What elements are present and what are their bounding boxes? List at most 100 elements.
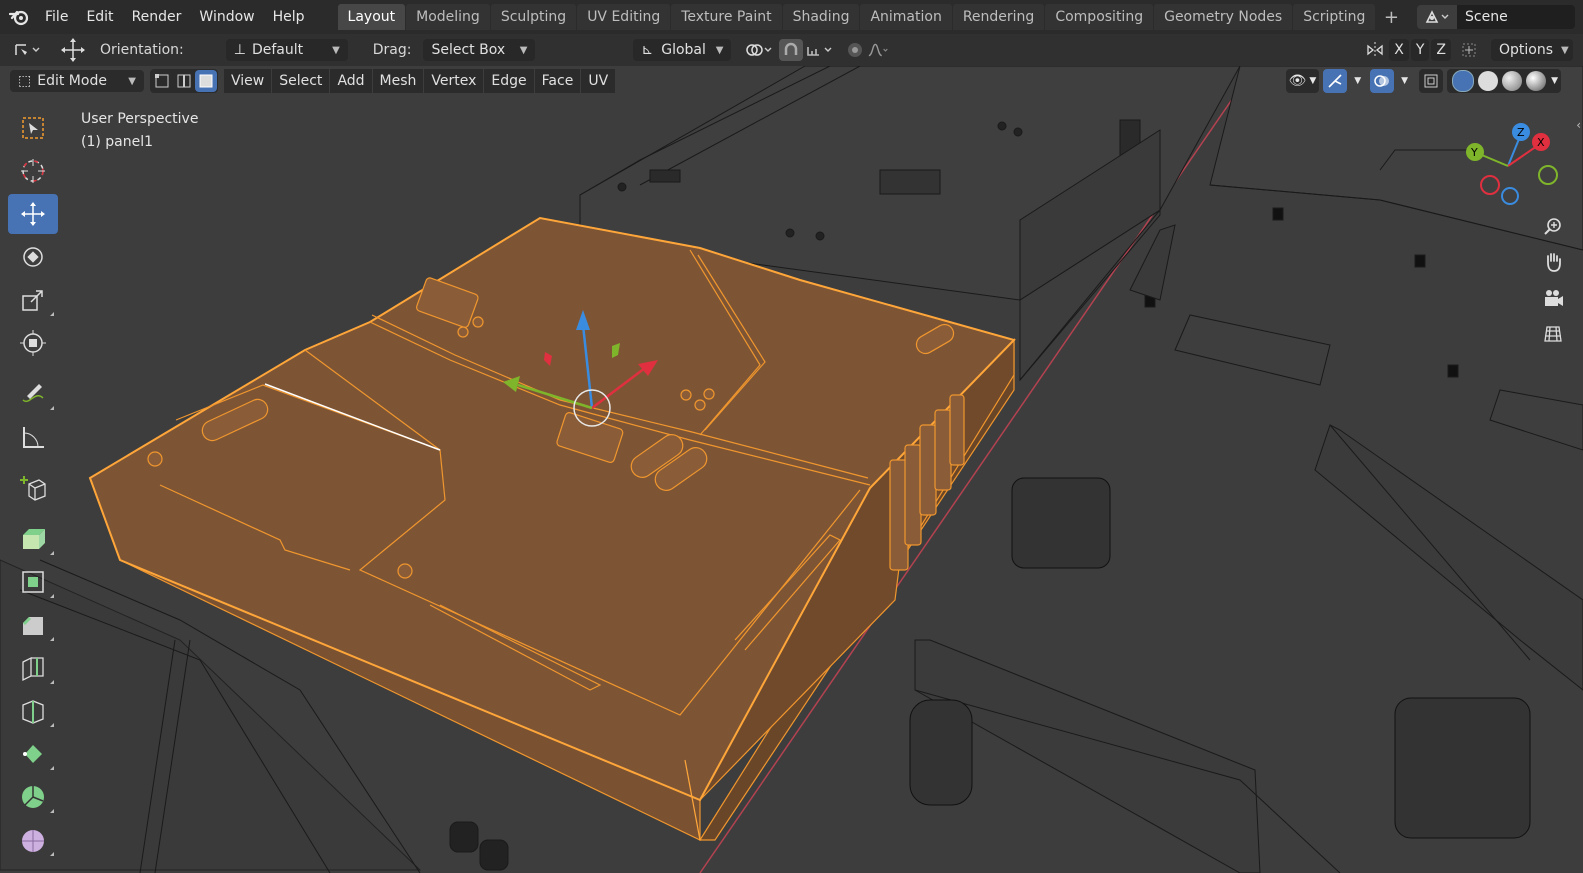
select-box-tool-icon[interactable] (8, 108, 58, 148)
gizmo-dropdown[interactable]: ▼ (1351, 69, 1364, 93)
add-cube-tool-icon[interactable] (8, 468, 58, 508)
bevel-tool-icon[interactable] (8, 605, 58, 645)
move-tool-icon[interactable] (8, 194, 58, 234)
rotate-tool-icon[interactable] (8, 237, 58, 277)
tab-modeling[interactable]: Modeling (406, 4, 490, 30)
navigation-gizmo[interactable]: Z X Y (1463, 116, 1563, 216)
transform-orientation-dropdown[interactable]: ⊾ Global ▼ (633, 39, 732, 61)
view-navigation (1538, 208, 1568, 352)
tool-settings-bar: Orientation: ⊥ Default ▼ Drag: Select Bo… (0, 34, 1583, 66)
tab-uv-editing[interactable]: UV Editing (577, 4, 671, 30)
gizmo-toggle[interactable] (1323, 69, 1348, 93)
menu-vertex[interactable]: Vertex (424, 69, 484, 93)
mode-dropdown[interactable]: ⬚ Edit Mode ▼ (10, 70, 144, 92)
xray-toggle[interactable] (1419, 69, 1444, 93)
inset-tool-icon[interactable] (8, 562, 58, 602)
chevron-down-icon: ▼ (332, 44, 340, 56)
tab-animation[interactable]: Animation (860, 4, 952, 30)
sidebar-toggle-icon[interactable]: ‹ (1576, 118, 1581, 132)
tab-rendering[interactable]: Rendering (952, 4, 1045, 30)
extrude-tool-icon[interactable] (8, 519, 58, 559)
tab-layout[interactable]: Layout (337, 4, 406, 30)
tab-compositing[interactable]: Compositing (1045, 4, 1154, 30)
axis-z-toggle[interactable]: Z (1431, 39, 1451, 61)
scene-browse-button[interactable] (1417, 5, 1457, 29)
pivot-point-icon[interactable] (741, 39, 775, 61)
tab-texture-paint[interactable]: Texture Paint (671, 4, 782, 30)
menu-file[interactable]: File (36, 5, 77, 29)
tool-select-icon[interactable] (10, 39, 44, 61)
drag-dropdown[interactable]: Select Box ▼ (423, 39, 536, 61)
face-select-icon[interactable] (195, 70, 217, 92)
chevron-down-icon: ▼ (715, 44, 724, 56)
menu-edit[interactable]: Edit (77, 5, 122, 29)
scene-name-field[interactable]: Scene (1457, 5, 1575, 29)
3d-viewport[interactable]: ⬚ Edit Mode ▼ View Select Add Mesh Verte… (0, 66, 1583, 873)
spin-tool-icon[interactable] (8, 777, 58, 817)
knife-tool-icon[interactable] (8, 691, 58, 731)
menu-mesh[interactable]: Mesh (372, 69, 424, 93)
menu-select[interactable]: Select (272, 69, 330, 93)
transform-tool-icon[interactable] (8, 323, 58, 363)
options-dropdown[interactable]: Options ▼ (1491, 39, 1573, 61)
poly-build-tool-icon[interactable] (8, 734, 58, 774)
perspective-toggle-icon[interactable] (1538, 316, 1568, 352)
chevron-down-icon: ▼ (1551, 76, 1558, 86)
solid-shading-icon[interactable] (1478, 71, 1499, 91)
snap-target-icon[interactable] (803, 39, 837, 61)
drag-label: Drag: (372, 42, 412, 58)
chevron-down-icon: ▼ (1354, 76, 1362, 86)
blender-logo-icon[interactable] (8, 6, 30, 28)
menu-window[interactable]: Window (190, 5, 263, 29)
overlays-toggle[interactable] (1370, 69, 1395, 93)
zoom-icon[interactable] (1538, 208, 1568, 244)
snap-toggle-icon[interactable] (779, 39, 804, 61)
menu-edge[interactable]: Edge (484, 69, 534, 93)
annotate-tool-icon[interactable] (8, 374, 58, 414)
move-arrows-icon (58, 38, 88, 62)
edge-select-icon[interactable] (173, 70, 195, 92)
menu-add[interactable]: Add (330, 69, 372, 93)
axis-x-toggle[interactable]: X (1389, 39, 1409, 61)
header-menus: View Select Add Mesh Vertex Edge Face UV (224, 69, 616, 93)
vertex-select-icon[interactable] (151, 70, 173, 92)
visibility-dropdown[interactable]: 👁 ▼ (1285, 69, 1320, 93)
tab-scripting[interactable]: Scripting (1293, 4, 1376, 30)
viewport-header-right: 👁 ▼ ▼ ▼ ▼ (1282, 69, 1561, 93)
menu-view[interactable]: View (224, 69, 272, 93)
menu-face[interactable]: Face (534, 69, 581, 93)
material-shading-icon[interactable] (1502, 71, 1523, 91)
smooth-tool-icon[interactable] (8, 820, 58, 860)
viewport-info: User Perspective (1) panel1 (81, 108, 198, 154)
camera-view-icon[interactable] (1538, 280, 1568, 316)
loop-cut-tool-icon[interactable] (8, 648, 58, 688)
falloff-icon[interactable] (867, 39, 891, 61)
viewport-scene[interactable] (0, 66, 1583, 873)
topology-mirror-icon[interactable] (1457, 39, 1481, 61)
tab-geometry-nodes[interactable]: Geometry Nodes (1154, 4, 1293, 30)
chevron-down-icon: ▼ (1309, 76, 1317, 86)
mirror-icon[interactable] (1363, 39, 1387, 61)
measure-tool-icon[interactable] (8, 417, 58, 457)
axis-y-toggle[interactable]: Y (1410, 39, 1430, 61)
gizmo-icon (1328, 74, 1342, 88)
tab-shading[interactable]: Shading (782, 4, 860, 30)
chevron-down-icon: ▼ (1401, 76, 1409, 86)
menu-uv[interactable]: UV (581, 69, 616, 93)
menu-render[interactable]: Render (123, 5, 191, 29)
rendered-shading-icon[interactable] (1526, 71, 1547, 91)
tool-shelf (8, 108, 58, 863)
drag-value: Select Box (431, 42, 506, 58)
perspective-label: User Perspective (81, 111, 199, 127)
select-mode-group (150, 69, 218, 93)
pan-hand-icon[interactable] (1538, 244, 1568, 280)
proportional-editing-icon[interactable] (843, 39, 867, 61)
scale-tool-icon[interactable] (8, 280, 58, 320)
overlays-dropdown[interactable]: ▼ (1398, 69, 1411, 93)
add-workspace-icon[interactable]: + (1380, 6, 1402, 28)
menu-help[interactable]: Help (264, 5, 314, 29)
tab-sculpting[interactable]: Sculpting (490, 4, 577, 30)
orientation-dropdown[interactable]: ⊥ Default ▼ (225, 39, 348, 61)
cursor-tool-icon[interactable] (8, 151, 58, 191)
wireframe-shading-icon[interactable] (1452, 70, 1475, 92)
